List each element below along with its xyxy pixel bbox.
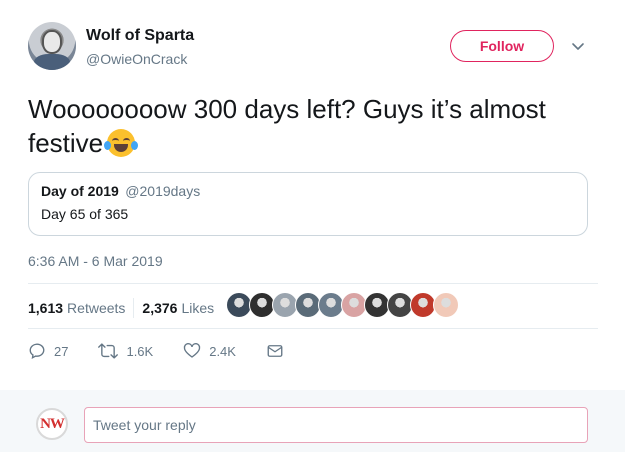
- reply-avatar-logo: NW: [40, 415, 65, 432]
- tweet-stats: 1,613 Retweets 2,376 Likes: [28, 298, 214, 318]
- tweet-actions: 27 1.6K 2.4K: [28, 342, 322, 360]
- author-avatar[interactable]: [28, 22, 76, 70]
- retweets-stat[interactable]: 1,613 Retweets: [28, 300, 125, 316]
- reply-input[interactable]: Tweet your reply: [84, 407, 588, 443]
- retweets-label: Retweets: [67, 300, 126, 316]
- quoted-tweet[interactable]: Day of 2019 @2019days Day 65 of 365: [28, 172, 588, 236]
- divider: [28, 283, 598, 284]
- quoted-author-name: Day of 2019: [41, 183, 119, 199]
- tweet-card: Wolf of Sparta @OwieOnCrack Follow Woooo…: [0, 0, 625, 452]
- likes-count: 2,376: [142, 300, 178, 316]
- reply-avatar: NW: [36, 408, 68, 440]
- author-handle[interactable]: @OwieOnCrack: [86, 51, 187, 67]
- divider: [28, 328, 598, 329]
- likes-stat[interactable]: 2,376 Likes: [142, 300, 214, 316]
- tweet-timestamp[interactable]: 6:36 AM - 6 Mar 2019: [28, 253, 163, 269]
- follow-button[interactable]: Follow: [450, 30, 554, 62]
- tears-of-joy-emoji-icon: [104, 129, 139, 157]
- reply-action[interactable]: 27: [28, 342, 68, 360]
- avatar-face: [42, 30, 62, 54]
- author-name[interactable]: Wolf of Sparta: [86, 27, 194, 45]
- retweet-count: 1.6K: [126, 343, 154, 359]
- tweet-text: Woooooooow 300 days left? Guys it’s almo…: [28, 92, 598, 160]
- liker-avatars: [226, 292, 459, 318]
- retweet-action[interactable]: 1.6K: [98, 342, 153, 360]
- likes-label: Likes: [181, 300, 215, 316]
- reply-icon: [29, 343, 45, 360]
- message-action[interactable]: [266, 342, 292, 360]
- stat-divider: [133, 298, 135, 318]
- reply-count: 27: [54, 343, 69, 359]
- envelope-icon: [267, 345, 283, 357]
- like-action[interactable]: 2.4K: [183, 342, 236, 360]
- quoted-author-handle: @2019days: [125, 183, 201, 199]
- quoted-tweet-text: Day 65 of 365: [41, 206, 129, 222]
- chevron-down-icon[interactable]: [570, 38, 586, 54]
- retweets-count: 1,613: [28, 300, 64, 316]
- retweet-icon: [98, 343, 119, 359]
- like-count: 2.4K: [209, 343, 236, 359]
- heart-icon: [184, 343, 201, 358]
- avatar-body: [34, 54, 70, 70]
- liker-avatar[interactable]: [433, 292, 459, 318]
